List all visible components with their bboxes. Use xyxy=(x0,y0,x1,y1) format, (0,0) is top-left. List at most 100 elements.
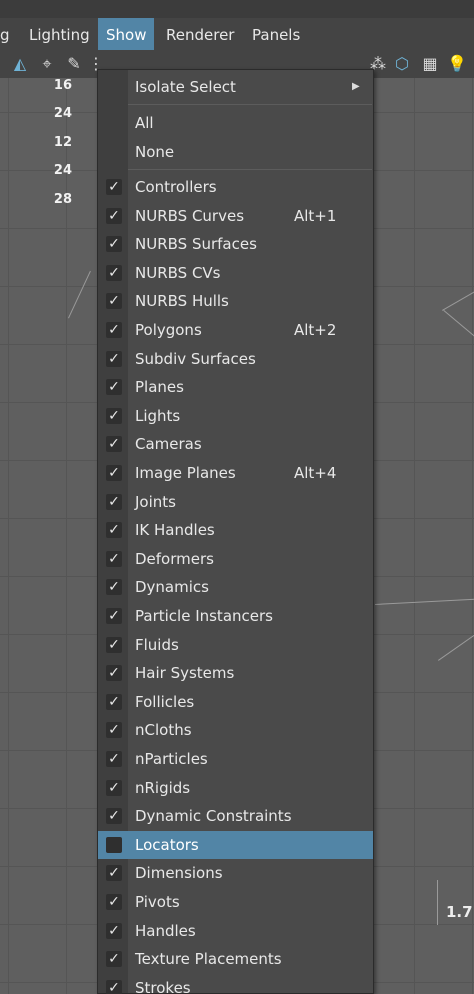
checkbox[interactable]: ✓ xyxy=(106,407,122,424)
menu-item-texture-placements[interactable]: ✓ Texture Placements xyxy=(98,945,373,974)
checkbox[interactable]: ✓ xyxy=(106,979,122,994)
menu-item-nurbs-curves[interactable]: ✓ NURBS Curves Alt+1 xyxy=(98,202,373,231)
panel-menubar: g Lighting Show Renderer Panels xyxy=(0,18,474,50)
menu-item-label: Planes xyxy=(135,378,184,397)
menu-item-label: IK Handles xyxy=(135,521,215,540)
checkbox[interactable]: ✓ xyxy=(106,207,122,224)
menu-lighting[interactable]: Lighting xyxy=(21,18,98,50)
checkbox[interactable]: ✓ xyxy=(106,779,122,796)
checkbox[interactable]: ✓ xyxy=(106,465,122,481)
menu-separator xyxy=(128,104,372,105)
menu-item-shortcut: Alt+4 xyxy=(294,464,337,482)
wireframe-cube-icon[interactable]: ⬡ xyxy=(392,54,412,74)
checkbox[interactable] xyxy=(106,836,122,853)
menu-item-dimensions[interactable]: ✓ Dimensions xyxy=(98,859,373,888)
menu-show[interactable]: Show xyxy=(98,18,154,50)
checkbox[interactable]: ✓ xyxy=(106,808,122,825)
menu-item-label: NURBS Surfaces xyxy=(135,235,257,254)
checkbox[interactable]: ✓ xyxy=(106,436,122,453)
menu-item-label: nCloths xyxy=(135,721,192,740)
hud-value: 24 xyxy=(53,106,72,121)
menu-item-dynamics[interactable]: ✓ Dynamics xyxy=(98,573,373,602)
menu-panels[interactable]: Panels xyxy=(244,18,308,50)
select-camera-icon[interactable]: ◭ xyxy=(10,54,30,74)
menu-item-ncloths[interactable]: ✓ nCloths xyxy=(98,716,373,745)
checkbox[interactable]: ✓ xyxy=(106,293,122,310)
menu-item-label: Dynamics xyxy=(135,578,209,597)
menu-item-polygons[interactable]: ✓ Polygons Alt+2 xyxy=(98,316,373,345)
menu-item-nrigids[interactable]: ✓ nRigids xyxy=(98,774,373,803)
camera-attributes-icon[interactable]: ⌖ xyxy=(37,54,57,74)
checkbox[interactable]: ✓ xyxy=(106,865,122,882)
menu-item-handles[interactable]: ✓ Handles xyxy=(98,917,373,946)
lightbulb-icon[interactable]: 💡 xyxy=(447,54,467,74)
menu-item-label: Subdiv Surfaces xyxy=(135,349,256,368)
menu-item-nurbs-hulls[interactable]: ✓ NURBS Hulls xyxy=(98,287,373,316)
menu-item-label: NURBS Curves xyxy=(135,206,245,225)
menu-item-label: All xyxy=(135,114,154,132)
menu-item-label: Locators xyxy=(135,835,199,854)
menu-item-label: Polygons xyxy=(135,321,202,339)
checkbox[interactable]: ✓ xyxy=(106,579,122,596)
checkbox[interactable]: ✓ xyxy=(106,751,122,767)
menu-item-label: Deformers xyxy=(135,549,214,568)
coord-label: 1.7 xyxy=(446,903,473,921)
menu-item-image-planes[interactable]: ✓ Image Planes Alt+4 xyxy=(98,459,373,488)
menu-item-deformers[interactable]: ✓ Deformers xyxy=(98,545,373,574)
checkbox[interactable]: ✓ xyxy=(106,636,122,653)
menu-item-label: Cameras xyxy=(135,435,202,454)
menu-item-joints[interactable]: ✓ Joints xyxy=(98,488,373,517)
hud-value: 12 xyxy=(53,135,72,150)
checkbox[interactable]: ✓ xyxy=(106,350,122,367)
checkbox[interactable]: ✓ xyxy=(106,236,122,253)
menu-item-label: NURBS Hulls xyxy=(135,292,229,311)
menu-separator xyxy=(128,169,372,170)
checkbox[interactable]: ✓ xyxy=(106,264,122,281)
menu-renderer[interactable]: Renderer xyxy=(158,18,242,50)
checkbox[interactable]: ✓ xyxy=(106,493,122,510)
menu-item-controllers[interactable]: ✓ Controllers xyxy=(98,173,373,202)
checkbox[interactable]: ✓ xyxy=(106,608,122,624)
hud-value: 24 xyxy=(53,163,72,178)
checkbox[interactable]: ✓ xyxy=(106,179,122,195)
menu-item-label: Handles xyxy=(135,921,196,940)
checkbox[interactable]: ✓ xyxy=(106,550,122,567)
menu-item-all[interactable]: All xyxy=(98,109,373,138)
menu-item-nparticles[interactable]: ✓ nParticles xyxy=(98,745,373,774)
menu-item-label: Texture Placements xyxy=(135,950,282,969)
checkbox[interactable]: ✓ xyxy=(106,665,122,682)
menu-item-label: Strokes xyxy=(135,978,191,994)
menu-item-planes[interactable]: ✓ Planes xyxy=(98,373,373,402)
bookmark-brush-icon[interactable]: ✎ xyxy=(64,54,84,74)
menu-partial[interactable]: g xyxy=(0,18,18,50)
menu-item-subdiv-surfaces[interactable]: ✓ Subdiv Surfaces xyxy=(98,345,373,374)
checkbox[interactable]: ✓ xyxy=(106,951,122,968)
menu-item-cameras[interactable]: ✓ Cameras xyxy=(98,430,373,459)
checkbox[interactable]: ✓ xyxy=(106,379,122,396)
menu-item-label: Dynamic Constraints xyxy=(135,807,292,826)
checkbox[interactable]: ✓ xyxy=(106,522,122,539)
checkbox[interactable]: ✓ xyxy=(106,722,122,739)
menu-item-nurbs-surfaces[interactable]: ✓ NURBS Surfaces xyxy=(98,230,373,259)
menu-item-dynamic-constraints[interactable]: ✓ Dynamic Constraints xyxy=(98,802,373,831)
menu-item-fluids[interactable]: ✓ Fluids xyxy=(98,631,373,660)
menu-item-none[interactable]: None xyxy=(98,138,373,167)
menu-item-strokes[interactable]: ✓ Strokes xyxy=(98,974,373,994)
menu-item-hair-systems[interactable]: ✓ Hair Systems xyxy=(98,659,373,688)
menu-item-lights[interactable]: ✓ Lights xyxy=(98,402,373,431)
checkbox[interactable]: ✓ xyxy=(106,322,122,338)
menu-item-isolate-select[interactable]: Isolate Select ▶ xyxy=(98,73,373,102)
menu-item-locators[interactable]: Locators xyxy=(98,830,373,860)
menu-item-label: Controllers xyxy=(135,178,217,196)
menu-item-label: Follicles xyxy=(135,692,195,711)
menu-item-pivots[interactable]: ✓ Pivots xyxy=(98,888,373,917)
checkbox[interactable]: ✓ xyxy=(106,693,122,710)
menu-item-follicles[interactable]: ✓ Follicles xyxy=(98,688,373,717)
checkbox[interactable]: ✓ xyxy=(106,922,122,939)
textured-checker-icon[interactable]: ▦ xyxy=(420,54,440,74)
menu-item-label: None xyxy=(135,143,175,161)
checkbox[interactable]: ✓ xyxy=(106,894,122,910)
menu-item-nurbs-cvs[interactable]: ✓ NURBS CVs xyxy=(98,259,373,288)
menu-item-particle-instancers[interactable]: ✓ Particle Instancers xyxy=(98,602,373,631)
menu-item-ik-handles[interactable]: ✓ IK Handles xyxy=(98,516,373,545)
